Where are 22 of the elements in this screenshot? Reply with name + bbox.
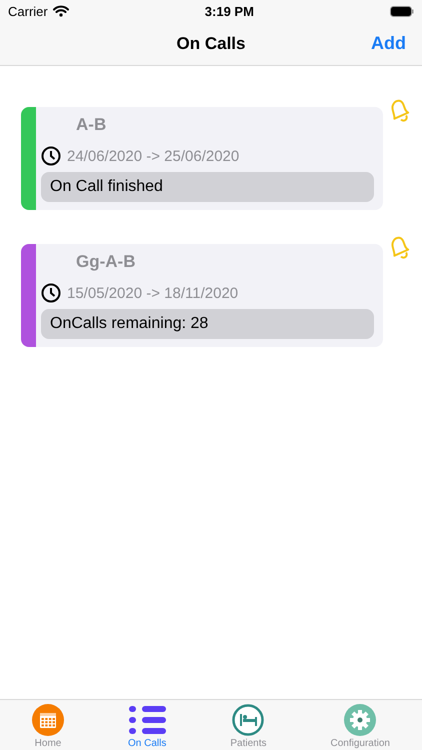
bed-icon [232,704,264,736]
tab-bar-item[interactable]: Home [26,700,70,750]
card-title: A-B [76,114,108,136]
status-message: OnCalls remaining: 28 [41,309,374,339]
tab-bar-item[interactable]: On Calls [122,700,172,750]
settings-icon [344,704,376,736]
date-range: 15/05/2020 -> 18/11/2020 [67,284,238,302]
carrier-label: Carrier [8,4,48,18]
list-icon [128,704,166,736]
tab-bar-item[interactable]: Patients [224,700,272,750]
clock-icon [41,283,61,303]
screen-title: On Calls [176,34,246,54]
date-range: 24/06/2020 -> 25/06/2020 [67,148,240,164]
card-title: Gg-A-B [76,251,136,273]
battery-icon [390,6,414,16]
clock-icon [41,146,61,166]
tab-bar-item[interactable]: Configuration [324,700,396,750]
add-button[interactable]: Add [367,31,410,56]
status-message: On Call finished [41,172,374,202]
calendar-icon [32,704,64,736]
clock-time: 3:19 PM [204,4,254,18]
wifi-icon [52,5,69,17]
